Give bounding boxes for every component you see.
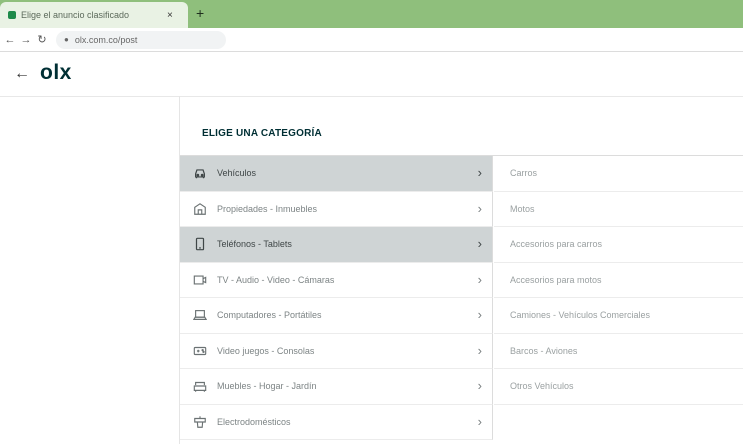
page-title: ELIGE UNA CATEGORÍA bbox=[202, 128, 322, 139]
category-label: Computadores - Portátiles bbox=[217, 310, 322, 321]
new-tab-button[interactable]: + bbox=[196, 6, 204, 20]
laptop-icon bbox=[193, 308, 207, 322]
reload-icon[interactable]: ↻ bbox=[34, 33, 50, 46]
sofa-icon bbox=[193, 379, 207, 393]
subcategory-item[interactable]: Otros Vehículos bbox=[494, 369, 743, 405]
category-list: Vehículos › Propiedades - Inmuebles › Teléfo… bbox=[180, 156, 493, 440]
subcategory-label: Camiones - Vehículos Comerciales bbox=[510, 310, 651, 321]
category-item[interactable]: Propiedades - Inmuebles › bbox=[180, 191, 493, 227]
category-item[interactable]: Video juegos - Consolas › bbox=[180, 333, 493, 369]
category-item[interactable]: Computadores - Portátiles › bbox=[180, 298, 493, 334]
subcategory-label: Accesorios para motos bbox=[510, 274, 602, 285]
subcategory-list: Carros Motos Accesorios para carros Accesor… bbox=[494, 156, 743, 405]
url-field[interactable]: ● olx.com.co/post bbox=[56, 30, 226, 49]
category-item[interactable]: Muebles - Hogar - Jardín › bbox=[180, 369, 493, 405]
page-back-arrow-icon[interactable]: ← bbox=[14, 66, 30, 82]
chevron-right-icon: › bbox=[477, 236, 482, 251]
browser-forward-icon[interactable]: → bbox=[18, 34, 34, 46]
category-item[interactable]: Teléfonos - Tablets › bbox=[180, 227, 493, 263]
subcategory-label: Carros bbox=[510, 168, 538, 179]
subcategory-label: Accesorios para carros bbox=[510, 239, 603, 250]
phone-icon bbox=[193, 237, 207, 251]
chevron-right-icon: › bbox=[477, 165, 482, 180]
appliance-icon bbox=[193, 415, 207, 429]
category-label: Propiedades - Inmuebles bbox=[217, 203, 318, 214]
subcategory-label: Otros Vehículos bbox=[510, 381, 574, 392]
category-item[interactable]: TV - Audio - Video - Cámaras › bbox=[180, 262, 493, 298]
car-icon bbox=[193, 166, 207, 180]
subcategory-item[interactable]: Carros bbox=[494, 156, 743, 192]
favicon-icon bbox=[8, 11, 16, 19]
olx-logo[interactable]: olx bbox=[40, 62, 72, 84]
subcategory-item[interactable]: Motos bbox=[494, 192, 743, 227]
header-divider bbox=[0, 96, 743, 97]
subcategory-item[interactable]: Accesorios para carros bbox=[494, 227, 743, 263]
url-text: olx.com.co/post bbox=[74, 34, 138, 45]
subcategory-item[interactable]: Barcos - Aviones bbox=[494, 334, 743, 369]
address-bar: ← → ↻ ● olx.com.co/post bbox=[0, 28, 743, 52]
subcategory-label: Motos bbox=[510, 203, 535, 214]
lock-icon: ● bbox=[64, 35, 69, 44]
category-label: Electrodomésticos bbox=[217, 416, 291, 427]
chevron-right-icon: › bbox=[477, 342, 482, 358]
category-label: Teléfonos - Tablets bbox=[217, 239, 292, 250]
browser-tab-strip: Elige el anuncio clasificado × + bbox=[0, 0, 743, 28]
category-label: TV - Audio - Video - Cámaras bbox=[217, 274, 335, 285]
tab-close-icon[interactable]: × bbox=[167, 10, 173, 21]
category-item[interactable]: Vehículos › bbox=[180, 156, 493, 192]
subcategory-item[interactable]: Accesorios para motos bbox=[494, 263, 743, 298]
chevron-right-icon: › bbox=[477, 378, 482, 393]
gamepad-icon bbox=[193, 344, 207, 358]
category-label: Vehículos bbox=[217, 168, 257, 179]
chevron-right-icon: › bbox=[477, 271, 482, 287]
chevron-right-icon: › bbox=[477, 200, 482, 216]
subcategory-label: Barcos - Aviones bbox=[510, 345, 578, 356]
category-item[interactable]: Electrodomésticos › bbox=[180, 404, 493, 440]
category-label: Video juegos - Consolas bbox=[217, 345, 315, 356]
tv-icon bbox=[193, 273, 207, 287]
browser-back-icon[interactable]: ← bbox=[2, 34, 18, 46]
browser-tab[interactable]: Elige el anuncio clasificado × bbox=[0, 2, 188, 28]
house-icon bbox=[193, 202, 207, 216]
category-label: Muebles - Hogar - Jardín bbox=[217, 381, 317, 392]
tab-title: Elige el anuncio clasificado bbox=[21, 10, 130, 20]
chevron-right-icon: › bbox=[477, 413, 482, 429]
subcategory-item[interactable]: Camiones - Vehículos Comerciales bbox=[494, 298, 743, 334]
chevron-right-icon: › bbox=[477, 307, 482, 322]
